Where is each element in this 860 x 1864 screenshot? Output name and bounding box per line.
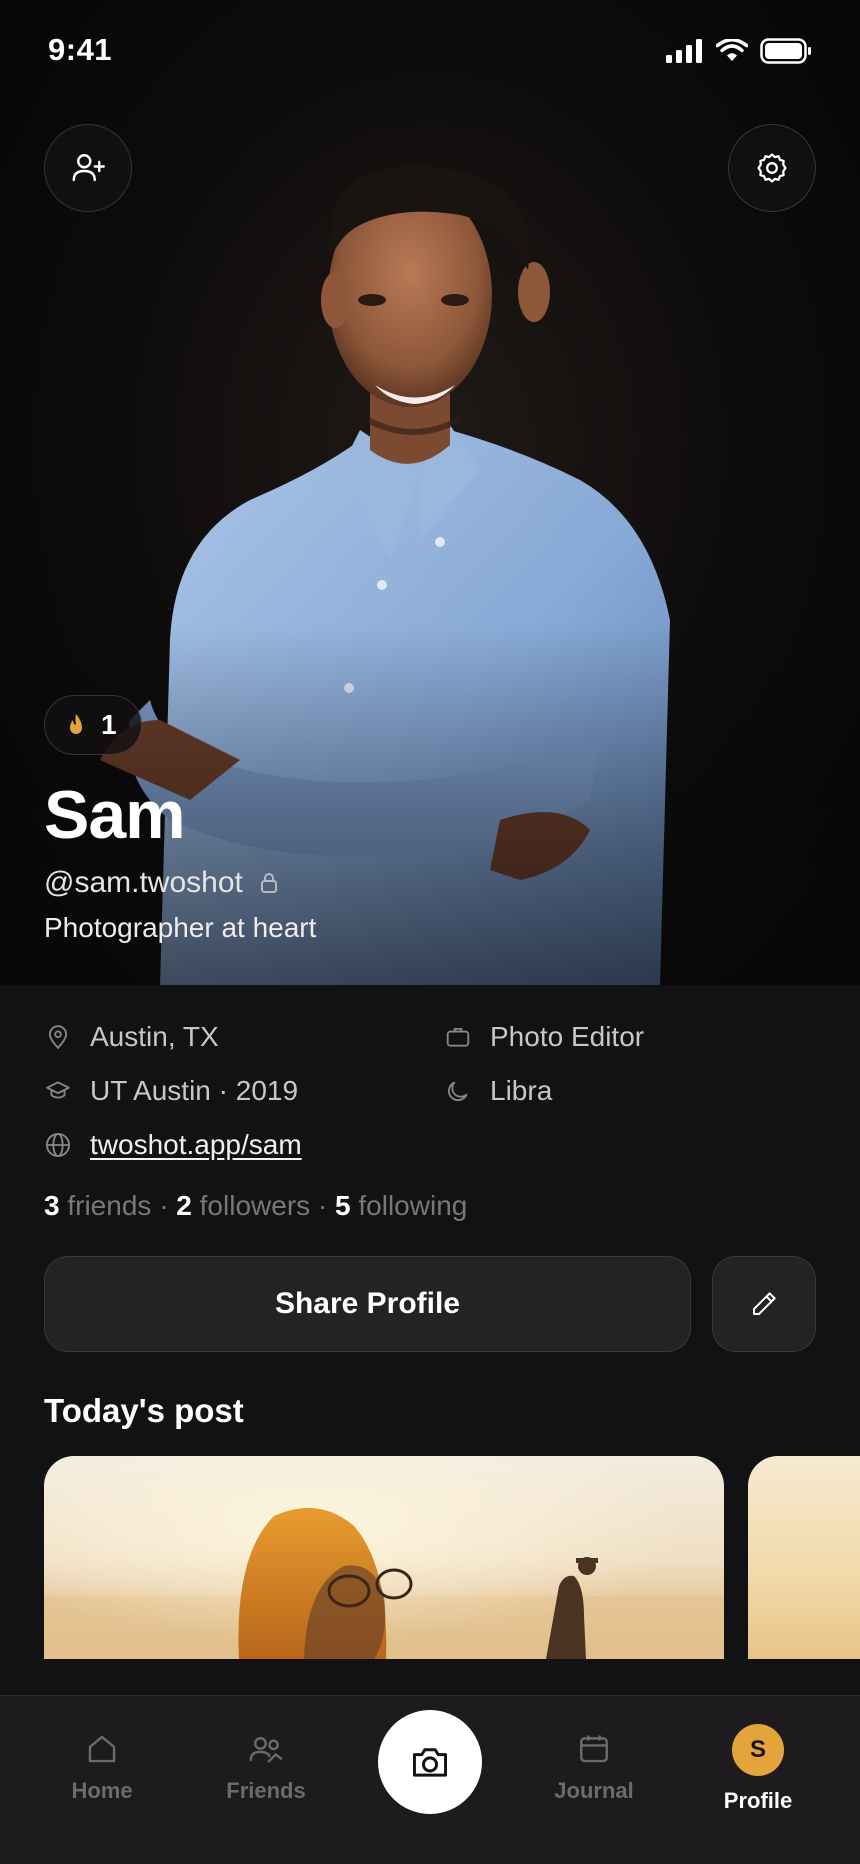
camera-icon	[412, 1748, 448, 1777]
streak-count: 1	[101, 709, 117, 740]
tab-journal-label: Journal	[554, 1778, 634, 1803]
wifi-icon	[716, 39, 748, 61]
following-count: 5	[335, 1190, 351, 1221]
profile-stats: 3 friends · 2 followers · 5 following	[44, 1190, 467, 1222]
signal-icon	[666, 39, 702, 63]
tab-home-label: Home	[71, 1778, 133, 1803]
stat-separator: ·	[159, 1190, 169, 1221]
followers-stat[interactable]: 2 followers	[176, 1190, 310, 1221]
status-bar: 9:41	[0, 0, 860, 100]
battery-icon	[760, 38, 811, 64]
avatar: S	[732, 1724, 784, 1776]
status-icons	[666, 38, 812, 64]
edit-profile-button[interactable]	[712, 1256, 816, 1352]
friends-label: friends	[67, 1190, 152, 1221]
job-text: Photo Editor	[490, 1021, 645, 1052]
friends-count: 3	[44, 1190, 60, 1221]
post-image	[44, 1456, 724, 1659]
status-time: 9:41	[48, 32, 113, 67]
location-text: Austin, TX	[90, 1021, 219, 1052]
tab-friends-label: Friends	[226, 1778, 306, 1803]
zodiac-text: Libra	[490, 1075, 553, 1106]
tab-bar: Home Friends Journal S Profile	[0, 1695, 860, 1864]
pencil-icon	[753, 1292, 776, 1315]
profile-handle: @sam.twoshot	[44, 866, 243, 899]
lock-icon	[260, 873, 277, 893]
flame-icon	[70, 714, 82, 734]
info-location: Austin, TX	[44, 1021, 219, 1053]
info-education: UT Austin · 2019	[44, 1075, 298, 1107]
website-link[interactable]: twoshot.app/sam	[90, 1129, 302, 1161]
following-label: following	[358, 1190, 468, 1221]
handle-row: @sam.twoshot	[44, 866, 279, 900]
streak-badge[interactable]: 1	[44, 695, 142, 755]
tab-friends[interactable]: Friends	[196, 1696, 336, 1836]
followers-count: 2	[176, 1190, 192, 1221]
friends-icon	[249, 1737, 283, 1763]
briefcase-icon	[446, 1027, 470, 1047]
tab-journal[interactable]: Journal	[524, 1696, 664, 1836]
info-zodiac: Libra	[444, 1075, 552, 1107]
followers-label: followers	[199, 1190, 311, 1221]
home-icon	[88, 1735, 116, 1763]
gear-icon	[757, 153, 787, 183]
camera-button[interactable]	[378, 1710, 482, 1814]
todays-post-title: Today's post	[44, 1392, 244, 1429]
next-post-card[interactable]	[748, 1456, 860, 1659]
add-user-icon	[72, 154, 105, 182]
location-pin-icon	[48, 1025, 68, 1050]
tab-profile-label: Profile	[723, 1788, 793, 1813]
stat-separator: ·	[317, 1190, 328, 1221]
tab-home[interactable]: Home	[32, 1696, 172, 1836]
todays-post-card[interactable]	[44, 1456, 724, 1659]
profile-bio: Photographer at heart	[44, 912, 317, 943]
settings-button[interactable]	[728, 124, 816, 212]
following-stat[interactable]: 5 following	[335, 1190, 467, 1221]
profile-hero: 9:41 1 Sam @sam.twoshot Photographer at …	[0, 0, 860, 985]
globe-icon	[45, 1132, 71, 1158]
profile-name: Sam	[44, 777, 186, 853]
add-friend-button[interactable]	[44, 124, 132, 212]
info-job: Photo Editor	[444, 1021, 644, 1053]
friends-stat[interactable]: 3 friends	[44, 1190, 151, 1221]
moon-icon	[448, 1081, 468, 1101]
share-profile-button[interactable]: Share Profile	[44, 1256, 691, 1352]
journal-icon	[580, 1735, 608, 1763]
info-website[interactable]: twoshot.app/sam	[44, 1129, 302, 1161]
education-text: UT Austin · 2019	[90, 1075, 299, 1106]
graduation-cap-icon	[46, 1081, 70, 1099]
tab-profile[interactable]: S Profile	[688, 1696, 828, 1836]
